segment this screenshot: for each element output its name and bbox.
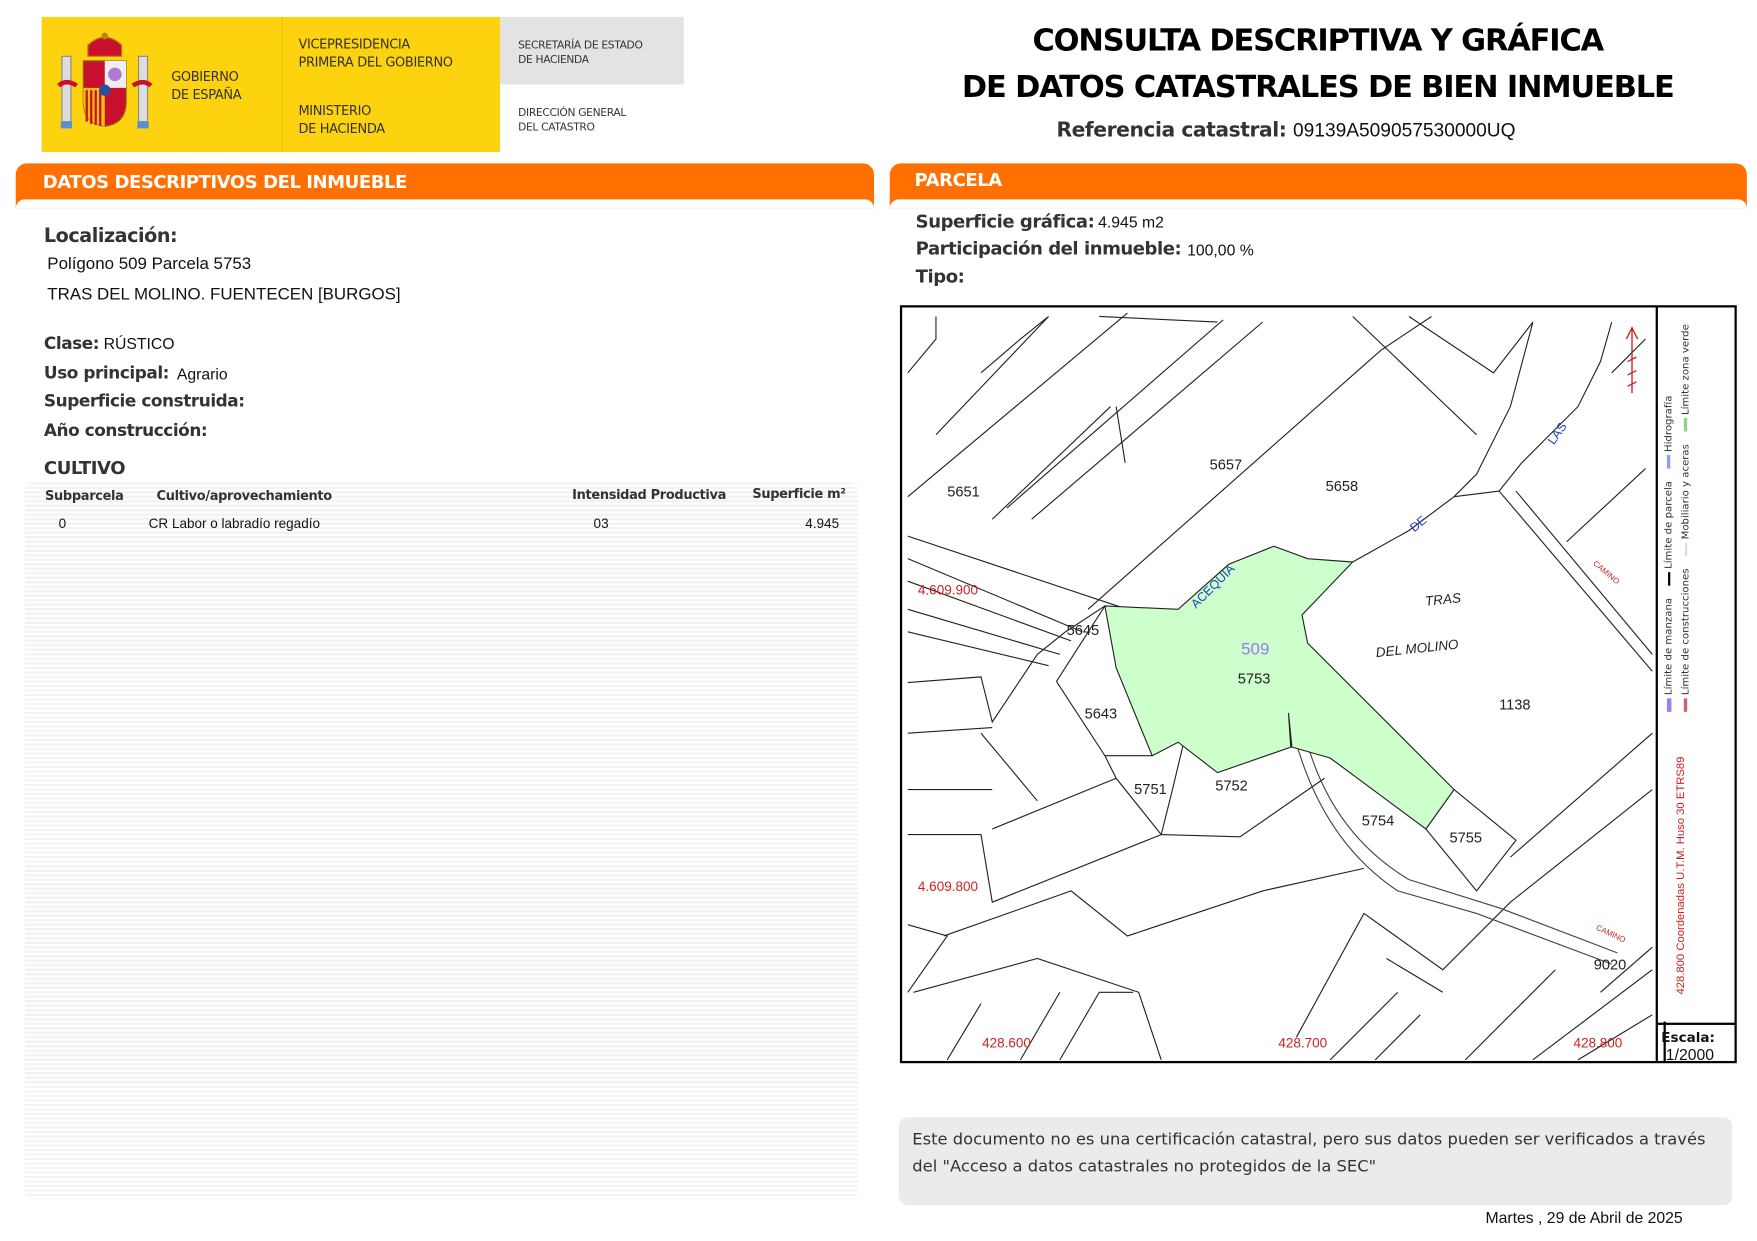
manzana-swatch: [1666, 698, 1671, 712]
parcel-label: 5657: [1210, 458, 1243, 474]
superficie-label: Superficie construida:: [43, 390, 245, 412]
coord-label: 4.609.800: [918, 879, 978, 894]
road-label: CAMINO: [1591, 559, 1621, 586]
north-arrow-icon: [1625, 326, 1639, 394]
cell-cultivo: CR Labor o labradío regadío: [148, 515, 320, 532]
col-cultivo: Cultivo/aprovechamiento: [156, 487, 333, 504]
clase-label: Clase:: [43, 333, 100, 354]
cell-intensidad: 03: [593, 515, 609, 532]
col-subparcela: Subparcela: [45, 487, 124, 504]
localizacion-line1: Polígono 509 Parcela 5753: [47, 254, 252, 274]
participacion-label: Participación del inmueble:: [915, 237, 1182, 260]
cultivo-table: Subparcela Cultivo/aprovechamiento Inten…: [24, 482, 859, 1200]
col-intensidad: Intensidad Productiva: [572, 486, 727, 503]
zona-verde-swatch: [1683, 418, 1688, 432]
map-drawing[interactable]: 5651 5657 5658 5645 509 5753 5643 5751 5…: [902, 307, 1655, 1061]
parcel-label: 5751: [1134, 782, 1167, 798]
superficie-grafica-label: Superficie gráfica:: [915, 210, 1095, 233]
section-title: DATOS DESCRIPTIVOS DEL INMUEBLE: [42, 171, 408, 193]
descriptivos-header: DATOS DESCRIPTIVOS DEL INMUEBLE: [15, 163, 875, 209]
scale-divider: [1657, 1022, 1735, 1025]
ref-value: 09139A509057530000UQ: [1292, 119, 1516, 141]
logo-ministerio: MINISTERIO DE HACIENDA: [298, 102, 385, 137]
road-label: CAMINO: [1595, 923, 1627, 944]
tipo-label: Tipo:: [915, 265, 965, 288]
localizacion-label: Localización:: [43, 225, 178, 248]
logo-gobierno: GOBIERNO DE ESPAÑA: [171, 68, 242, 103]
hidrografia-swatch: [1666, 455, 1671, 469]
logo-secretaria: SECRETARÍA DE ESTADO DE HACIENDA: [518, 39, 643, 67]
hydro-label: LAS: [1545, 420, 1570, 447]
scale-label: Escala:: [1661, 1029, 1715, 1046]
parcel-label: 5645: [1067, 623, 1100, 639]
logo-vicepresidencia: VICEPRESIDENCIA PRIMERA DEL GOBIERNO: [298, 36, 453, 70]
cultivo-title: CULTIVO: [43, 457, 126, 479]
parcel-label: 5754: [1362, 814, 1395, 830]
legend-divider: [1655, 307, 1658, 1061]
uso-value: Agrario: [176, 364, 228, 383]
clase-value: RÚSTICO: [103, 334, 175, 353]
coat-of-arms-icon: [57, 32, 153, 129]
parcel-label: 5755: [1450, 830, 1483, 846]
place-label: TRAS: [1424, 590, 1461, 609]
place-label: DEL MOLINO: [1375, 636, 1460, 660]
coord-label: 428.700: [1278, 1035, 1327, 1050]
col-superficie: Superficie m²: [752, 485, 846, 502]
parcela-header: PARCELA: [889, 163, 1747, 209]
parcel-label: 5753: [1238, 672, 1271, 688]
table-row: 0 CR Labor o labradío regadío 03 4.945: [25, 515, 858, 535]
ref-label: Referencia catastral:: [1056, 118, 1287, 142]
cell-superficie: 4.945: [805, 515, 840, 532]
logo-direccion: DIRECCIÓN GENERAL DEL CATASTRO: [518, 106, 626, 135]
superficie-grafica-value: 4.945 m2: [1098, 212, 1164, 231]
parcel-label: 5651: [947, 485, 980, 501]
parcel-label: 9020: [1594, 958, 1627, 974]
disclaimer-note: Este documento no es una certificación c…: [898, 1117, 1733, 1206]
logo-divider: [281, 16, 283, 153]
coord-label: 4.609.900: [918, 583, 978, 598]
date-label: Martes , 29 de Abril de 2025: [1485, 1208, 1683, 1227]
legend-row-2: Límite de construcciones Mobiliario y ac…: [1680, 324, 1692, 712]
uso-label: Uso principal:: [43, 362, 170, 383]
scale-value: 1/2000: [1665, 1045, 1715, 1064]
page-title: CONSULTA DESCRIPTIVA Y GRÁFICA DE DATOS C…: [961, 23, 1675, 105]
poligono-label: 509: [1241, 639, 1269, 658]
parcel-label: 1138: [1499, 698, 1530, 714]
cadastral-map[interactable]: 5651 5657 5658 5645 509 5753 5643 5751 5…: [899, 305, 1737, 1064]
hydro-label: DE: [1407, 513, 1429, 535]
construcciones-swatch: [1683, 698, 1688, 712]
parcela-swatch: [1667, 572, 1670, 586]
participacion-value: 100,00 %: [1187, 241, 1254, 260]
legend-row-1: Límite de manzana Límite de parcela Hidr…: [1664, 396, 1675, 712]
section-title: PARCELA: [914, 168, 1003, 191]
mobiliario-swatch: [1684, 542, 1687, 557]
parcel-label: 5658: [1326, 479, 1359, 495]
coord-label: 428.600: [982, 1035, 1031, 1050]
parcel-label: 5752: [1215, 779, 1248, 795]
localizacion-line2: TRAS DEL MOLINO. FUENTECEN [BURGOS]: [47, 284, 401, 305]
anio-label: Año construcción:: [43, 420, 208, 441]
coords-note: 428.800 Coordenadas U.T.M. Huso 30 ETRS8…: [1674, 756, 1688, 995]
coord-label: 428.800: [1573, 1035, 1622, 1050]
parcel-label: 5643: [1085, 707, 1118, 723]
cell-subparcela: 0: [58, 515, 67, 532]
